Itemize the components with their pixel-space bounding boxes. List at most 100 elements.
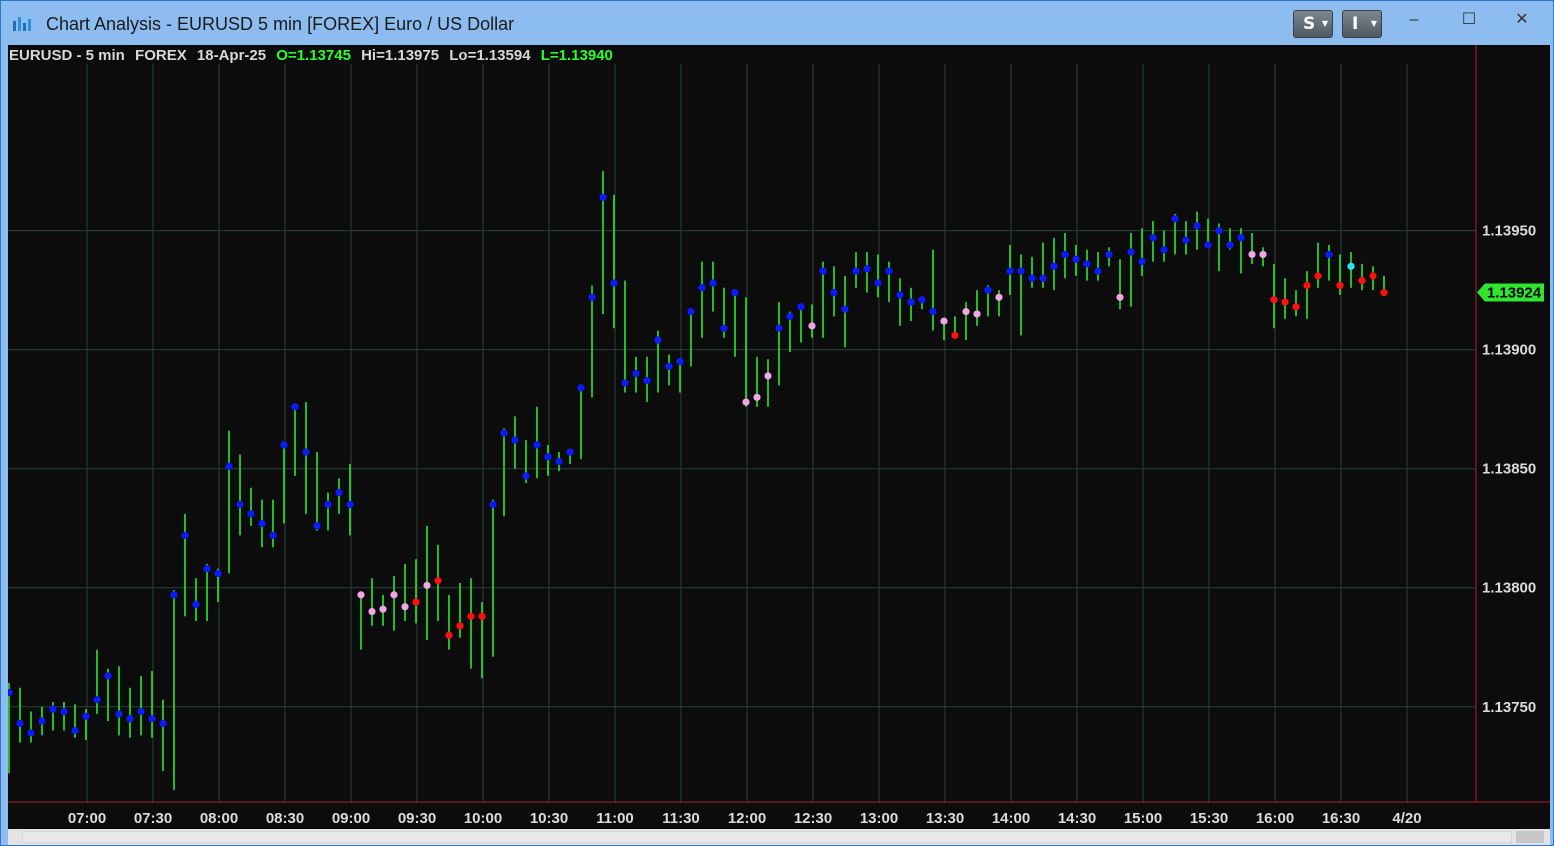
indicator-dot bbox=[159, 719, 167, 728]
indicator-dot bbox=[720, 324, 728, 332]
indicator-dot bbox=[863, 265, 871, 273]
indicator-dot bbox=[830, 288, 838, 297]
indicator-dot bbox=[71, 726, 79, 735]
scrollbar-thumb[interactable] bbox=[22, 831, 1512, 843]
symbol-info-line: EURUSD - 5 min FOREX 18-Apr-25 O=1.13745… bbox=[9, 47, 619, 64]
x-tick-label: 10:30 bbox=[530, 810, 568, 827]
chevron-down-icon: ▼ bbox=[1321, 19, 1328, 28]
indicator-dot bbox=[1281, 298, 1289, 306]
x-tick-label: 11:30 bbox=[662, 810, 700, 827]
indicator-dot bbox=[929, 307, 937, 316]
indicator-dot bbox=[753, 393, 761, 401]
indicator-dot bbox=[225, 462, 233, 470]
indicator-dot bbox=[346, 500, 354, 509]
indicator-dot bbox=[368, 607, 376, 616]
x-tick-label: 14:00 bbox=[992, 810, 1030, 827]
scrollbar-right-handle[interactable] bbox=[1516, 831, 1544, 843]
indicator-dot bbox=[115, 710, 123, 718]
title-bar[interactable]: Chart Analysis - EURUSD 5 min [FOREX] Eu… bbox=[1, 1, 1553, 45]
indicator-dot bbox=[1182, 236, 1190, 244]
indicator-dot bbox=[181, 531, 189, 539]
indicator-dot bbox=[93, 696, 101, 704]
indicator-dot bbox=[1259, 250, 1267, 259]
indicator-dot bbox=[1160, 246, 1168, 254]
indicator-dot bbox=[214, 569, 222, 578]
indicator-dot bbox=[203, 565, 211, 573]
indicator-dot bbox=[907, 298, 915, 306]
close-icon[interactable]: ✕ bbox=[1507, 9, 1537, 33]
indicator-button[interactable]: I ▼ bbox=[1342, 10, 1382, 38]
price-chart[interactable]: 1.13750 1.13800 1.13850 1.13900 1.13950 07:00… bbox=[8, 45, 1550, 829]
indicator-dot bbox=[434, 577, 442, 585]
horizontal-scrollbar[interactable] bbox=[8, 829, 1550, 845]
indicator-dot bbox=[610, 279, 618, 287]
indicator-dot bbox=[544, 453, 552, 461]
indicator-dot bbox=[511, 436, 519, 444]
last-price-label: 1.13924 bbox=[1487, 285, 1542, 302]
x-tick-label: 15:30 bbox=[1190, 810, 1228, 827]
indicator-dot bbox=[852, 267, 860, 275]
indicator-dot bbox=[566, 448, 574, 456]
indicator-dot bbox=[522, 472, 530, 480]
y-tick-label: 1.13850 bbox=[1482, 461, 1536, 478]
indicator-dot bbox=[896, 291, 904, 299]
indicator-dot bbox=[258, 519, 266, 528]
y-tick-label: 1.13950 bbox=[1482, 223, 1536, 240]
chart-background bbox=[8, 45, 1550, 829]
indicator-dot bbox=[38, 717, 46, 725]
indicator-dot bbox=[1336, 281, 1344, 289]
indicator-dot bbox=[1193, 222, 1201, 230]
indicator-dot bbox=[335, 488, 343, 497]
indicator-dot bbox=[709, 279, 717, 287]
app-logo-icon bbox=[13, 17, 31, 31]
exchange-label: FOREX bbox=[135, 47, 187, 64]
indicator-dot bbox=[1171, 215, 1179, 223]
minimize-icon[interactable]: – bbox=[1399, 9, 1429, 33]
high-value: Hi=1.13975 bbox=[361, 47, 440, 64]
indicator-dot bbox=[379, 605, 387, 613]
indicator-dot bbox=[687, 307, 695, 316]
indicator-dot bbox=[918, 296, 926, 304]
indicator-dot bbox=[1204, 241, 1212, 249]
chevron-down-icon: ▼ bbox=[1370, 19, 1377, 28]
indicator-dot bbox=[621, 379, 629, 387]
indicator-dot bbox=[126, 715, 134, 723]
indicator-dot bbox=[291, 403, 299, 411]
indicator-dot bbox=[412, 598, 420, 606]
strategy-button[interactable]: S ▼ bbox=[1293, 10, 1333, 38]
indicator-dot bbox=[841, 305, 849, 313]
indicator-dot bbox=[742, 398, 750, 406]
indicator-dot bbox=[874, 279, 882, 287]
indicator-dot bbox=[192, 600, 200, 609]
indicator-dot bbox=[1314, 272, 1322, 280]
indicator-dot bbox=[819, 267, 827, 275]
indicator-dot bbox=[1006, 267, 1014, 275]
y-tick-label: 1.13900 bbox=[1482, 342, 1536, 359]
indicator-dot bbox=[555, 457, 563, 466]
indicator-dot bbox=[654, 336, 662, 344]
indicator-dot bbox=[1127, 248, 1135, 256]
chart-area[interactable]: 1.13750 1.13800 1.13850 1.13900 1.13950 07:00… bbox=[8, 45, 1550, 829]
indicator-dot bbox=[1358, 277, 1366, 285]
strategy-button-label: S bbox=[1303, 14, 1316, 34]
indicator-dot bbox=[1248, 250, 1256, 259]
indicator-dot bbox=[1050, 262, 1058, 270]
indicator-dot bbox=[1303, 281, 1311, 289]
indicator-dot bbox=[786, 312, 794, 320]
indicator-dot bbox=[995, 293, 1003, 301]
indicator-dot bbox=[951, 331, 959, 339]
x-tick-label: 08:00 bbox=[200, 810, 238, 827]
indicator-dot bbox=[1105, 250, 1113, 259]
open-value: O=1.13745 bbox=[276, 47, 351, 64]
y-tick-label: 1.13800 bbox=[1482, 580, 1536, 597]
indicator-dot bbox=[1292, 303, 1300, 311]
indicator-dot bbox=[27, 729, 35, 737]
maximize-icon[interactable]: ☐ bbox=[1454, 9, 1484, 33]
indicator-dot bbox=[1138, 257, 1146, 266]
chart-window: Chart Analysis - EURUSD 5 min [FOREX] Eu… bbox=[0, 0, 1554, 846]
indicator-dot bbox=[797, 303, 805, 311]
indicator-dot bbox=[698, 284, 706, 292]
indicator-dot bbox=[1017, 267, 1025, 275]
indicator-dot bbox=[82, 712, 90, 720]
indicator-dot bbox=[962, 307, 970, 316]
